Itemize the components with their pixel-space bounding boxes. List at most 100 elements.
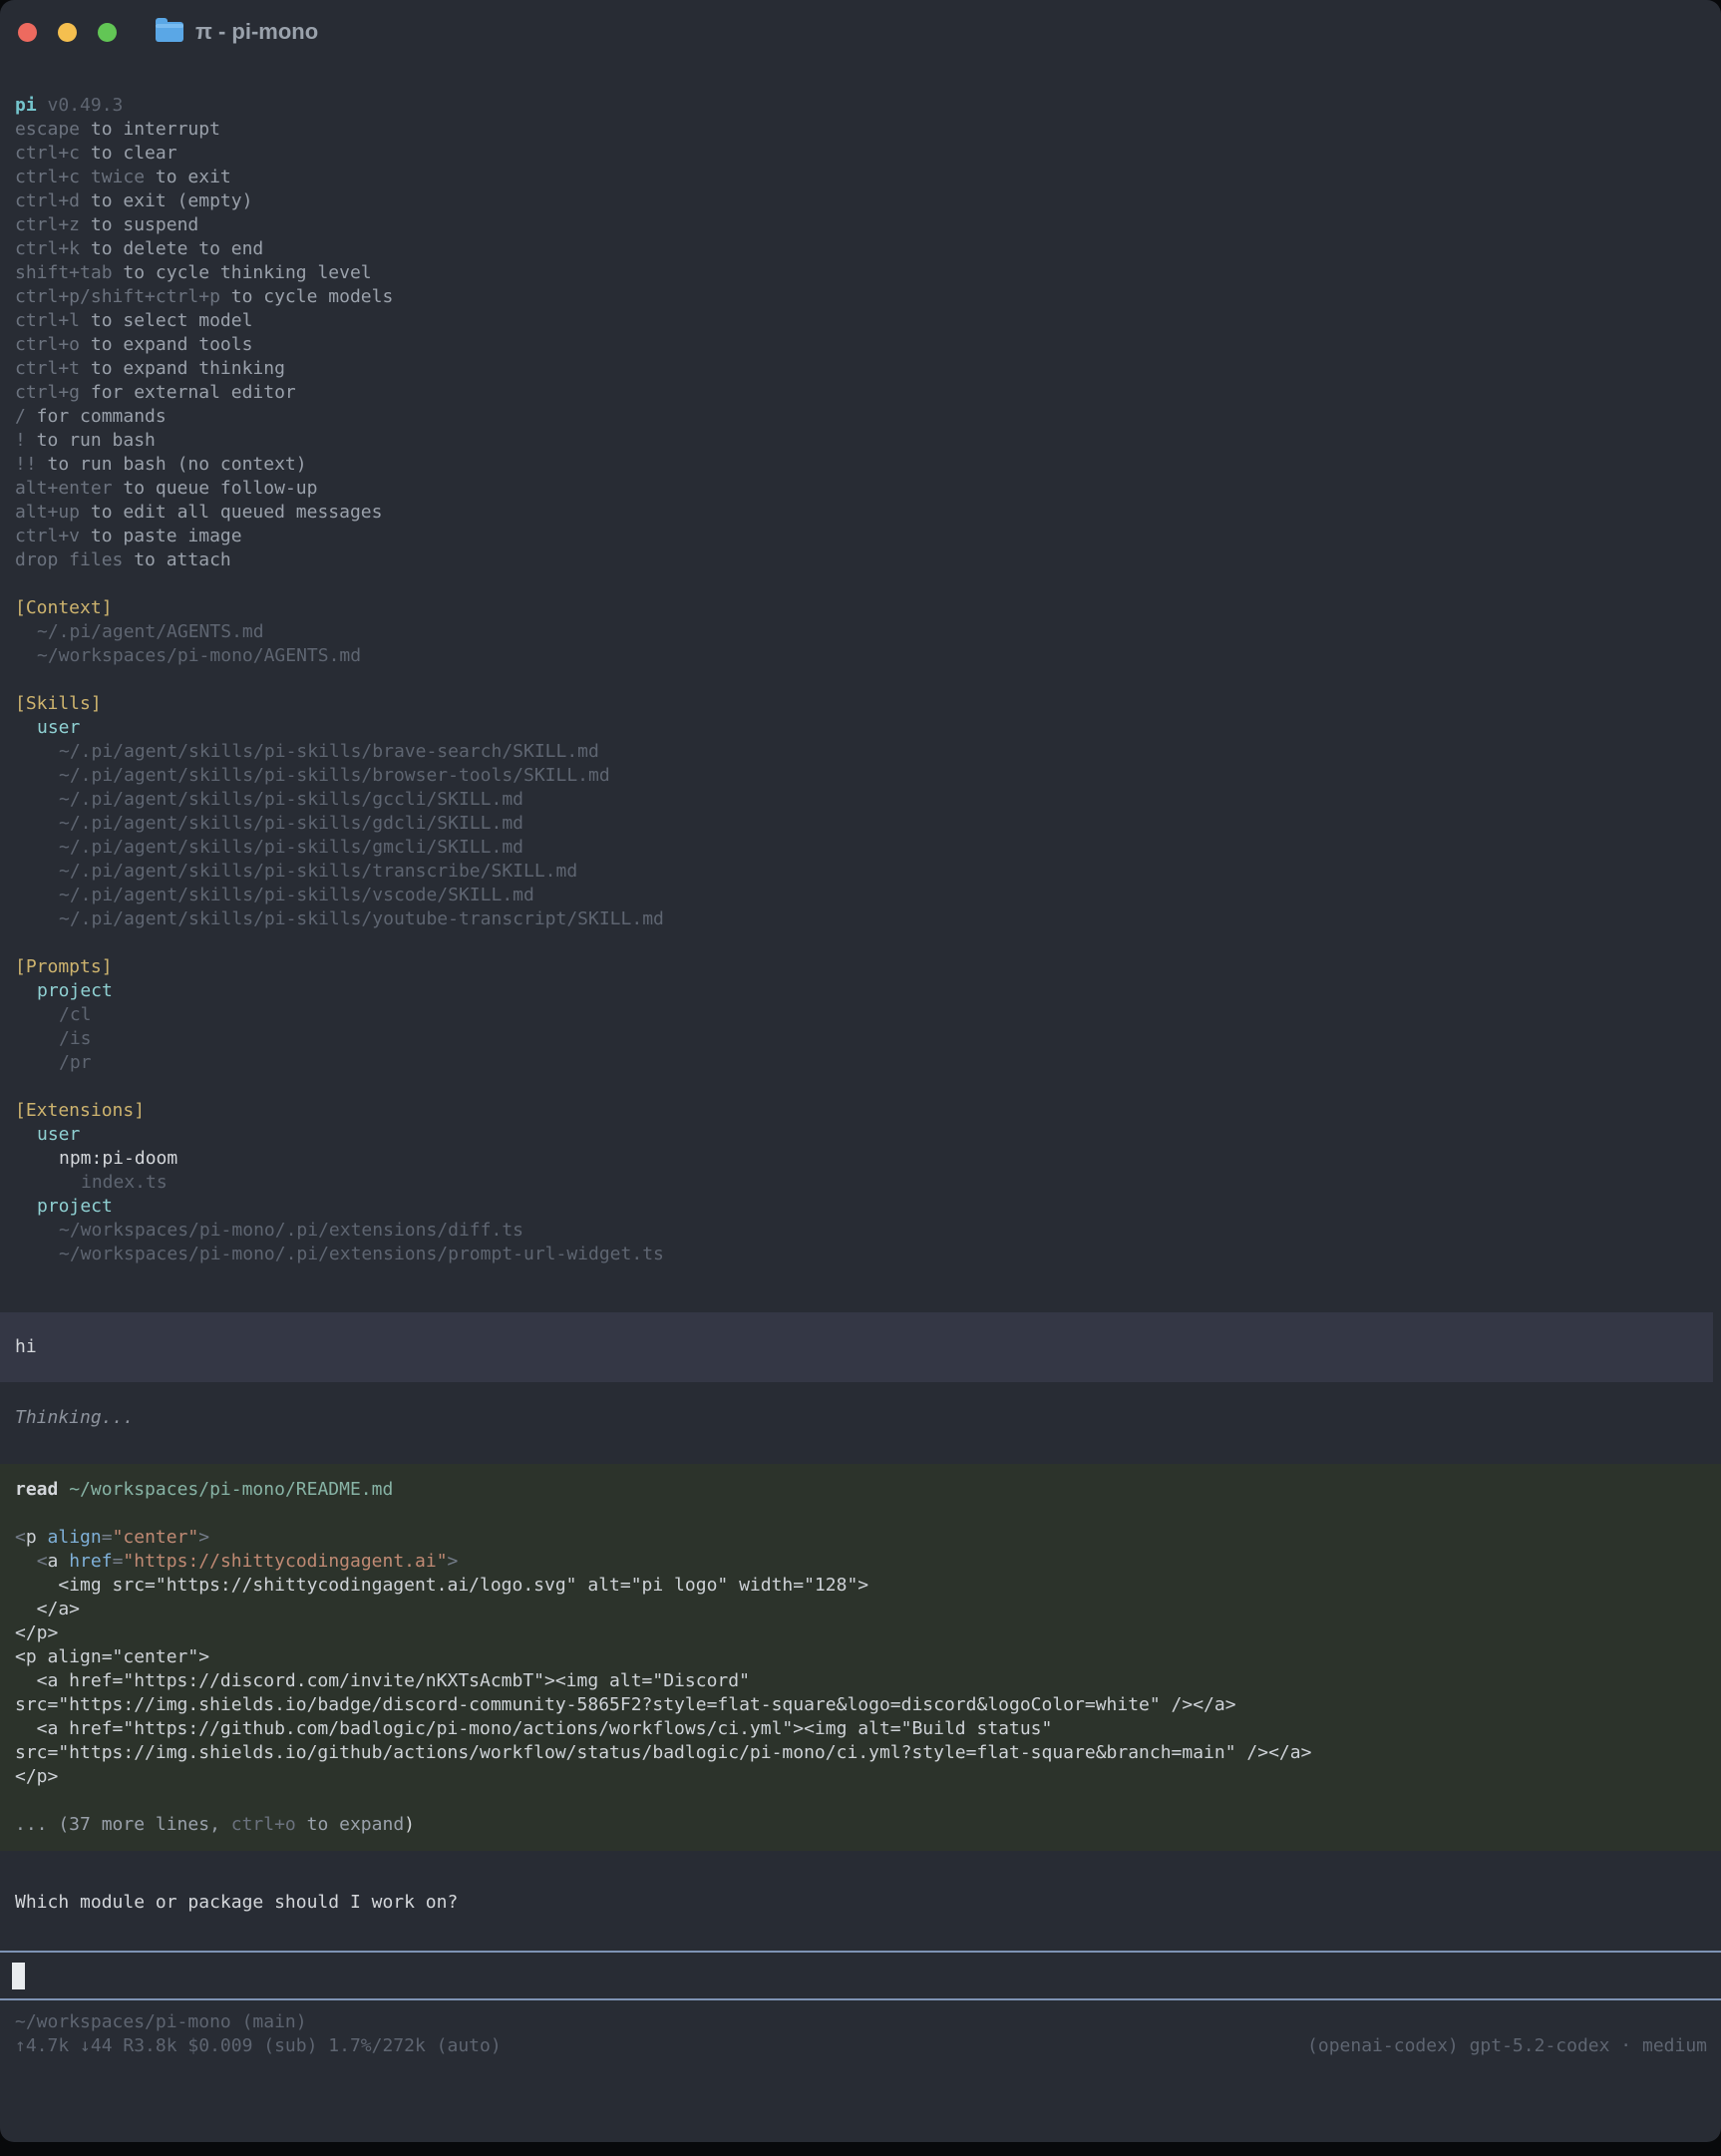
code-token: </p> xyxy=(15,1622,58,1643)
shortcut-line: ctrl+z to suspend xyxy=(0,213,1721,237)
shortcut-line: ctrl+p/shift+ctrl+p to cycle models xyxy=(0,285,1721,309)
code-token: href xyxy=(69,1551,112,1572)
extension-npm-file: index.ts xyxy=(0,1171,1721,1195)
shortcut-description: to suspend xyxy=(80,214,198,235)
shortcut-key: ctrl+g xyxy=(15,382,80,403)
skills-file-list: ~/.pi/agent/skills/pi-skills/brave-searc… xyxy=(0,740,1721,931)
token-cost-stats: ↑4.7k ↓44 R3.8k $0.009 (sub) 1.7%/272k (… xyxy=(15,2034,502,2058)
shortcut-line: ctrl+t to expand thinking xyxy=(0,357,1721,381)
truncation-suffix: ) xyxy=(404,1814,415,1835)
code-token: < xyxy=(37,1551,48,1572)
shortcut-description: to interrupt xyxy=(80,119,220,140)
minimize-window-icon[interactable] xyxy=(58,23,77,42)
code-line: </p> xyxy=(0,1765,1721,1789)
file-path: ~/workspaces/pi-mono/.pi/extensions/prom… xyxy=(0,1243,1721,1266)
code-line: src="https://img.shields.io/github/actio… xyxy=(0,1741,1721,1765)
shortcut-description: to run bash (no context) xyxy=(37,454,307,475)
shortcut-key: ctrl+c twice xyxy=(15,167,145,187)
code-token xyxy=(58,1551,69,1572)
code-token: <img src="https://shittycodingagent.ai/l… xyxy=(15,1575,868,1596)
shortcut-line: ctrl+l to select model xyxy=(0,309,1721,333)
terminal-window: π - pi-mono pi v0.49.3 escape to interru… xyxy=(0,0,1721,2142)
tool-output-code: <p align="center"> <a href="https://shit… xyxy=(0,1526,1721,1789)
shortcut-key: alt+enter xyxy=(15,478,113,499)
code-token: > xyxy=(448,1551,459,1572)
prompts-scope-label: project xyxy=(0,979,1721,1003)
zoom-window-icon[interactable] xyxy=(98,23,117,42)
shortcut-line: !! to run bash (no context) xyxy=(0,453,1721,477)
prompts-section-header: [Prompts] xyxy=(0,955,1721,979)
user-message-text: hi xyxy=(0,1335,1713,1359)
file-path: ~/workspaces/pi-mono/AGENTS.md xyxy=(0,644,1721,668)
file-path: ~/.pi/agent/skills/pi-skills/transcribe/… xyxy=(0,860,1721,884)
code-token: align xyxy=(48,1527,102,1548)
shortcut-key: ctrl+k xyxy=(15,238,80,259)
shortcut-key: escape xyxy=(15,119,80,140)
shortcut-line: ctrl+v to paste image xyxy=(0,525,1721,548)
shortcut-description: to edit all queued messages xyxy=(80,502,382,523)
blank-line xyxy=(0,1789,1721,1813)
shortcut-description: to cycle models xyxy=(220,286,393,307)
file-path: ~/.pi/agent/skills/pi-skills/vscode/SKIL… xyxy=(0,884,1721,907)
shortcut-key: ctrl+c xyxy=(15,143,80,164)
shortcut-line: ctrl+k to delete to end xyxy=(0,237,1721,261)
shortcut-line: ctrl+c to clear xyxy=(0,142,1721,166)
shortcut-key: ctrl+l xyxy=(15,310,80,331)
code-token: "https://shittycodingagent.ai" xyxy=(123,1551,447,1572)
shortcut-line: ctrl+g for external editor xyxy=(0,381,1721,405)
code-line: <a href="https://shittycodingagent.ai"> xyxy=(0,1550,1721,1574)
truncation-middle: to expand xyxy=(296,1814,404,1835)
extensions-project-scope-label: project xyxy=(0,1195,1721,1219)
shortcut-line: shift+tab to cycle thinking level xyxy=(0,261,1721,285)
file-path: ~/workspaces/pi-mono/.pi/extensions/diff… xyxy=(0,1219,1721,1243)
shortcut-key: ctrl+d xyxy=(15,190,80,211)
shortcut-description: to expand thinking xyxy=(80,358,285,379)
shortcut-line: escape to interrupt xyxy=(0,118,1721,142)
shortcut-line: ! to run bash xyxy=(0,429,1721,453)
extensions-user-scope-label: user xyxy=(0,1123,1721,1147)
close-window-icon[interactable] xyxy=(18,23,37,42)
file-path: ~/.pi/agent/skills/pi-skills/gdcli/SKILL… xyxy=(0,812,1721,836)
shortcut-description: to expand tools xyxy=(80,334,252,355)
shortcut-description: for commands xyxy=(26,406,167,427)
shortcut-description: to exit (empty) xyxy=(80,190,252,211)
model-indicator: (openai-codex) gpt-5.2-codex · medium xyxy=(1307,2034,1707,2058)
code-token: <p align="center"> xyxy=(15,1646,209,1667)
prompt-input[interactable] xyxy=(0,1951,1721,2000)
shortcut-description: to exit xyxy=(145,167,231,187)
shortcut-key: ctrl+o xyxy=(15,334,80,355)
code-token: src="https://img.shields.io/github/actio… xyxy=(15,1742,1311,1763)
code-token: a xyxy=(48,1551,59,1572)
shortcut-description: for external editor xyxy=(80,382,296,403)
extensions-section-header: [Extensions] xyxy=(0,1099,1721,1123)
shortcut-description: to delete to end xyxy=(80,238,263,259)
tool-argument: ~/workspaces/pi-mono/README.md xyxy=(69,1479,393,1500)
shortcut-description: to cycle thinking level xyxy=(113,262,372,283)
shortcut-description: to run bash xyxy=(26,430,156,451)
user-message: hi xyxy=(0,1312,1713,1382)
extension-npm-package: npm:pi-doom xyxy=(0,1147,1721,1171)
file-path: ~/.pi/agent/skills/pi-skills/browser-too… xyxy=(0,764,1721,788)
shortcut-description: to clear xyxy=(80,143,177,164)
terminal-content: pi v0.49.3 escape to interruptctrl+c to … xyxy=(0,64,1721,2058)
folder-icon xyxy=(156,22,183,42)
code-token: </p> xyxy=(15,1766,58,1787)
file-path: ~/.pi/agent/skills/pi-skills/gccli/SKILL… xyxy=(0,788,1721,812)
code-token: < xyxy=(15,1527,26,1548)
shortcut-line: ctrl+c twice to exit xyxy=(0,166,1721,189)
code-line: <a href="https://discord.com/invite/nKXT… xyxy=(0,1669,1721,1693)
window-title: π - pi-mono xyxy=(195,19,318,45)
file-path: /cl xyxy=(0,1003,1721,1027)
shortcut-line: drop files to attach xyxy=(0,548,1721,572)
shortcut-key: drop files xyxy=(15,549,123,570)
truncation-prefix: ... (37 more lines, xyxy=(15,1814,231,1835)
tool-name: read xyxy=(15,1479,58,1500)
code-line: <p align="center"> xyxy=(0,1645,1721,1669)
code-token: src="https://img.shields.io/badge/discor… xyxy=(15,1694,1236,1715)
code-line: <img src="https://shittycodingagent.ai/l… xyxy=(0,1574,1721,1598)
file-path: /is xyxy=(0,1027,1721,1051)
shortcut-line: ctrl+d to exit (empty) xyxy=(0,189,1721,213)
code-line: src="https://img.shields.io/badge/discor… xyxy=(0,1693,1721,1717)
shortcut-description: to select model xyxy=(80,310,252,331)
code-token: </a> xyxy=(15,1599,80,1619)
